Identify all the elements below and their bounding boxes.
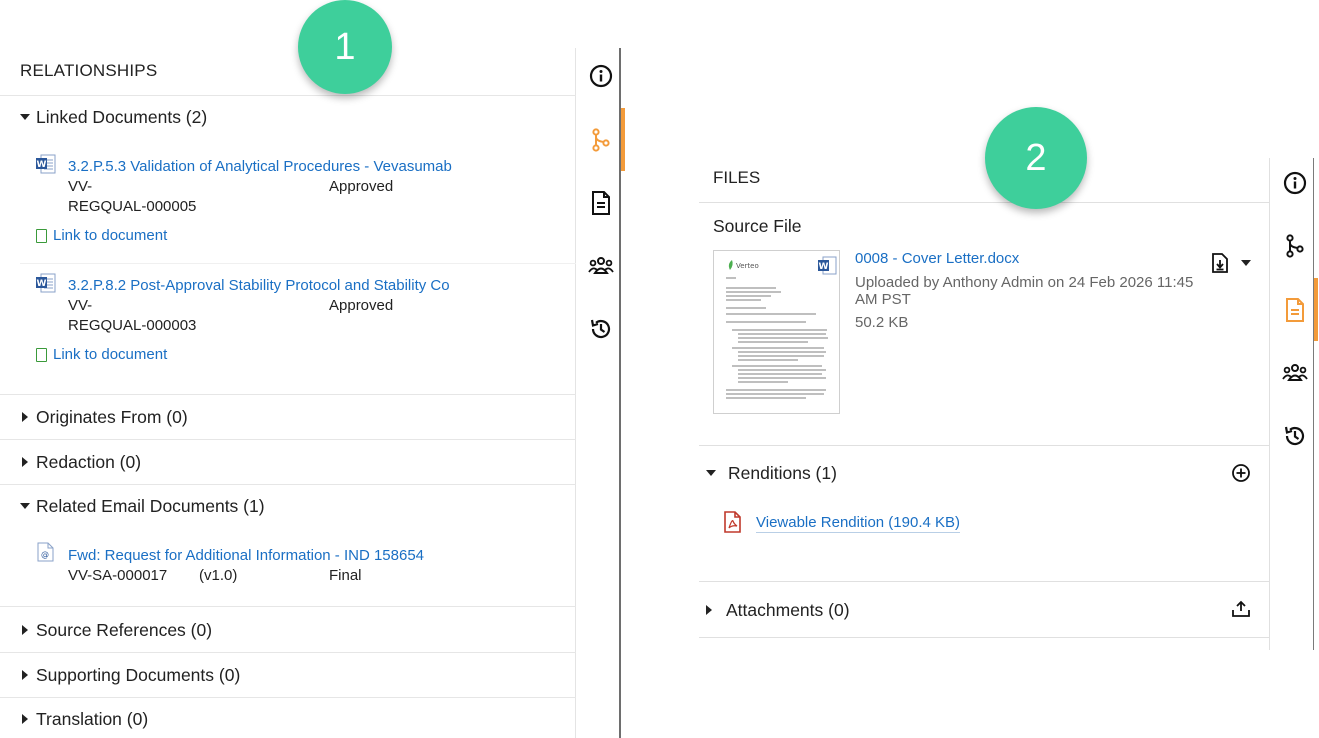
linked-document-title[interactable]: 3.2.P.8.2 Post-Approval Stability Protoc… bbox=[68, 277, 450, 294]
section-related-email-documents[interactable]: Related Email Documents (1) bbox=[20, 495, 265, 517]
divider bbox=[20, 263, 576, 264]
chevron-down-icon[interactable] bbox=[1237, 254, 1255, 272]
caret-right-icon bbox=[22, 670, 28, 680]
document-number: VV- bbox=[68, 178, 93, 195]
relationships-icon[interactable] bbox=[1282, 233, 1308, 259]
linked-document-title[interactable]: 3.2.P.5.3 Validation of Analytical Proce… bbox=[68, 158, 452, 175]
document-status: Approved bbox=[329, 297, 394, 314]
divider bbox=[0, 606, 576, 607]
relationships-icon[interactable] bbox=[588, 127, 614, 153]
step-badge-2: 2 bbox=[985, 107, 1087, 209]
section-label: Originates From (0) bbox=[36, 406, 188, 427]
svg-text:W: W bbox=[819, 262, 829, 272]
upload-attachment-icon[interactable] bbox=[1229, 597, 1253, 621]
link-to-document[interactable]: Link to document bbox=[36, 227, 167, 244]
divider bbox=[0, 697, 576, 698]
link-to-document[interactable]: Link to document bbox=[36, 346, 167, 363]
panel-title: RELATIONSHIPS bbox=[20, 61, 158, 80]
email-document-title[interactable]: Fwd: Request for Additional Information … bbox=[68, 547, 424, 564]
thumbnail-brand: Verteo bbox=[736, 262, 759, 270]
word-file-icon: W bbox=[36, 273, 56, 293]
caret-right-icon bbox=[22, 625, 28, 635]
info-icon[interactable] bbox=[1282, 170, 1308, 196]
document-number: VV- bbox=[68, 297, 93, 314]
section-label: Supporting Documents (0) bbox=[36, 664, 241, 685]
word-file-icon: W bbox=[36, 154, 56, 174]
history-icon[interactable] bbox=[588, 316, 614, 342]
document-status: Approved bbox=[329, 178, 394, 195]
download-icon[interactable] bbox=[1209, 252, 1231, 274]
section-translation[interactable]: Translation (0) bbox=[20, 708, 148, 730]
section-label: Renditions (1) bbox=[728, 462, 837, 483]
info-icon[interactable] bbox=[588, 63, 614, 89]
section-originates-from[interactable]: Originates From (0) bbox=[20, 406, 188, 428]
divider bbox=[0, 652, 576, 653]
link-label: Link to document bbox=[53, 227, 168, 244]
svg-text:@: @ bbox=[41, 550, 49, 559]
section-label: Translation (0) bbox=[36, 708, 149, 729]
file-thumbnail[interactable]: Verteo W bbox=[713, 250, 840, 414]
section-supporting-documents[interactable]: Supporting Documents (0) bbox=[20, 664, 240, 686]
history-icon[interactable] bbox=[1282, 423, 1308, 449]
users-icon[interactable] bbox=[588, 253, 614, 279]
divider bbox=[699, 637, 1269, 638]
document-icon[interactable] bbox=[1282, 297, 1308, 323]
divider bbox=[699, 581, 1269, 582]
active-tab-indicator bbox=[621, 108, 625, 171]
pdf-file-icon bbox=[724, 511, 741, 533]
file-link-icon bbox=[36, 228, 47, 243]
caret-down-icon bbox=[706, 470, 716, 476]
upload-info: Uploaded by Anthony Admin on 24 Feb 2026… bbox=[855, 274, 1194, 308]
divider bbox=[0, 95, 576, 96]
panel-title: FILES bbox=[713, 168, 761, 187]
users-icon[interactable] bbox=[1282, 360, 1308, 386]
email-document-icon: @ bbox=[37, 542, 54, 562]
document-number: VV-SA-000017 bbox=[68, 567, 168, 584]
rail-divider bbox=[1313, 158, 1314, 650]
svg-text:W: W bbox=[37, 160, 47, 170]
section-source-references[interactable]: Source References (0) bbox=[20, 619, 212, 641]
caret-down-icon bbox=[20, 114, 30, 120]
source-file-name[interactable]: 0008 - Cover Letter.docx bbox=[855, 250, 1019, 267]
step-badge-1: 1 bbox=[298, 0, 392, 94]
divider bbox=[699, 445, 1269, 446]
source-file-label: Source File bbox=[713, 216, 802, 236]
file-link-icon bbox=[36, 347, 47, 362]
section-label: Attachments (0) bbox=[726, 599, 850, 620]
divider bbox=[0, 394, 576, 395]
section-label: Related Email Documents (1) bbox=[36, 495, 265, 516]
caret-right-icon bbox=[22, 714, 28, 724]
section-attachments[interactable]: Attachments (0) bbox=[706, 599, 850, 621]
add-rendition-icon[interactable] bbox=[1229, 461, 1253, 485]
section-label: Source References (0) bbox=[36, 619, 213, 640]
divider bbox=[0, 484, 576, 485]
caret-right-icon bbox=[706, 605, 712, 615]
section-linked-documents[interactable]: Linked Documents (2) bbox=[20, 106, 207, 128]
link-label: Link to document bbox=[53, 346, 168, 363]
document-version: (v1.0) bbox=[199, 567, 238, 584]
word-file-icon: W bbox=[818, 256, 837, 275]
document-number: REGQUAL-000005 bbox=[68, 198, 197, 215]
section-redaction[interactable]: Redaction (0) bbox=[20, 451, 141, 473]
panel-border bbox=[1269, 158, 1270, 650]
document-icon[interactable] bbox=[588, 190, 614, 216]
caret-down-icon bbox=[20, 503, 30, 509]
svg-text:W: W bbox=[37, 279, 47, 289]
divider bbox=[699, 202, 1269, 203]
relationships-panel: RELATIONSHIPS Linked Documents (2) W 3.2… bbox=[0, 48, 576, 738]
section-renditions[interactable]: Renditions (1) bbox=[706, 462, 837, 484]
document-status: Final bbox=[329, 567, 362, 584]
divider bbox=[0, 439, 576, 440]
file-size: 50.2 KB bbox=[855, 314, 909, 331]
files-panel: FILES Source File Verteo W 0008 - Cover … bbox=[699, 158, 1269, 638]
document-number: REGQUAL-000003 bbox=[68, 317, 197, 334]
caret-right-icon bbox=[22, 457, 28, 467]
caret-right-icon bbox=[22, 412, 28, 422]
section-label: Redaction (0) bbox=[36, 451, 142, 472]
section-label: Linked Documents (2) bbox=[36, 106, 208, 127]
brand-logo-icon: Verteo bbox=[728, 260, 759, 270]
active-tab-indicator bbox=[1314, 278, 1318, 341]
viewable-rendition-link[interactable]: Viewable Rendition (190.4 KB) bbox=[756, 514, 961, 533]
